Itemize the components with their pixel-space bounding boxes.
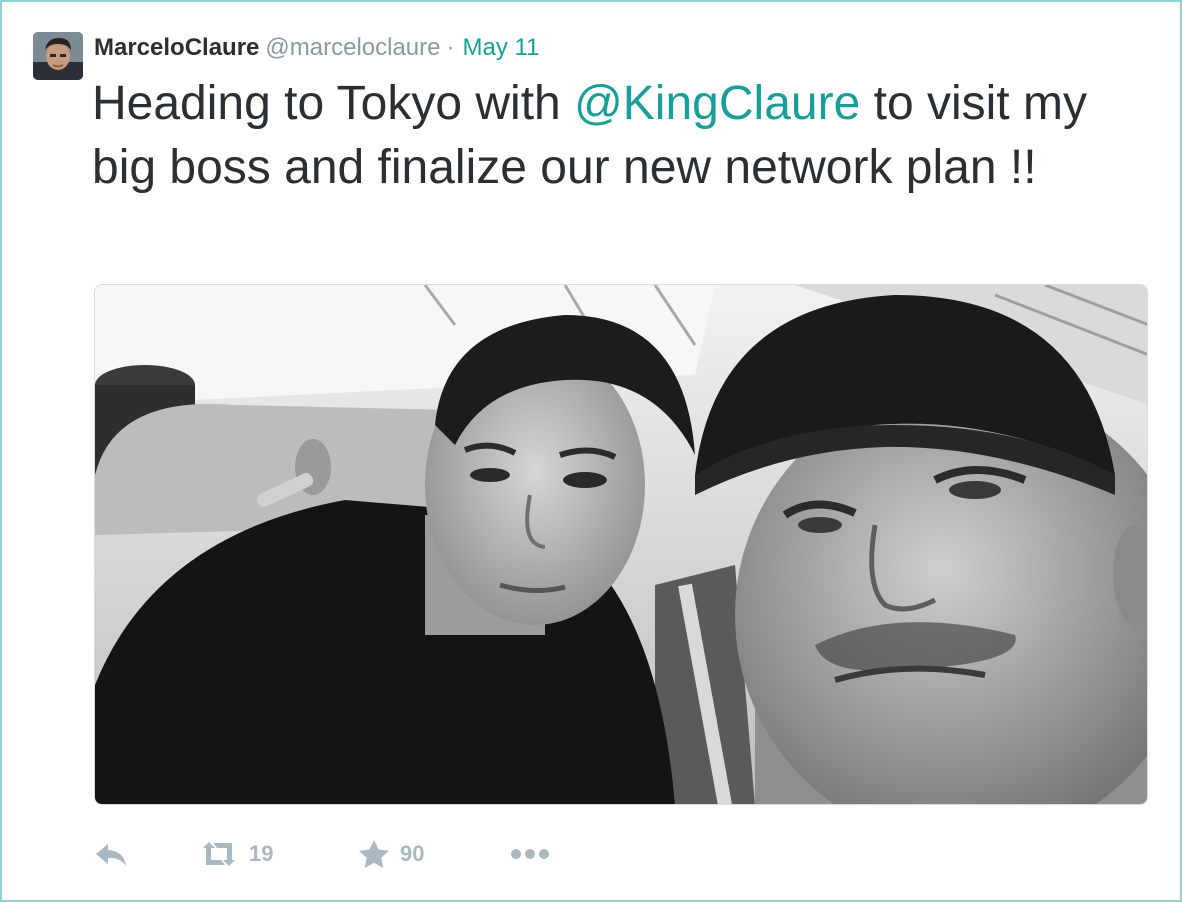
star-icon <box>359 840 389 868</box>
retweet-count: 19 <box>249 841 274 866</box>
favorite-button[interactable]: 90 <box>358 832 424 876</box>
avatar[interactable] <box>33 32 83 80</box>
favorite-count: 90 <box>400 841 425 866</box>
mention-link[interactable]: @KingClaure <box>574 77 860 130</box>
retweet-button[interactable]: 19 <box>199 832 273 876</box>
display-name[interactable]: MarceloClaure <box>94 34 259 61</box>
tweet-actions: 19 90 <box>94 832 794 876</box>
reply-button[interactable] <box>94 832 128 876</box>
tweet-text-start: Heading to Tokyo with <box>92 77 575 130</box>
tweet-date[interactable]: May 11 <box>463 34 540 61</box>
more-dots-icon <box>511 849 549 859</box>
reply-icon <box>96 844 126 866</box>
screen-name[interactable]: @marceloclaure <box>265 34 440 61</box>
more-button[interactable] <box>510 832 550 876</box>
tweet-photo[interactable] <box>94 284 1148 805</box>
tweet-text: Heading to Tokyo with @KingClaure to vis… <box>92 72 1152 200</box>
separator-dot: · <box>446 34 455 61</box>
tweet-header: MarceloClaure @marceloclaure · May 11 <box>94 32 539 64</box>
tweet-card: MarceloClaure @marceloclaure · May 11 Headi… <box>0 0 1182 902</box>
retweet-icon <box>203 842 235 866</box>
